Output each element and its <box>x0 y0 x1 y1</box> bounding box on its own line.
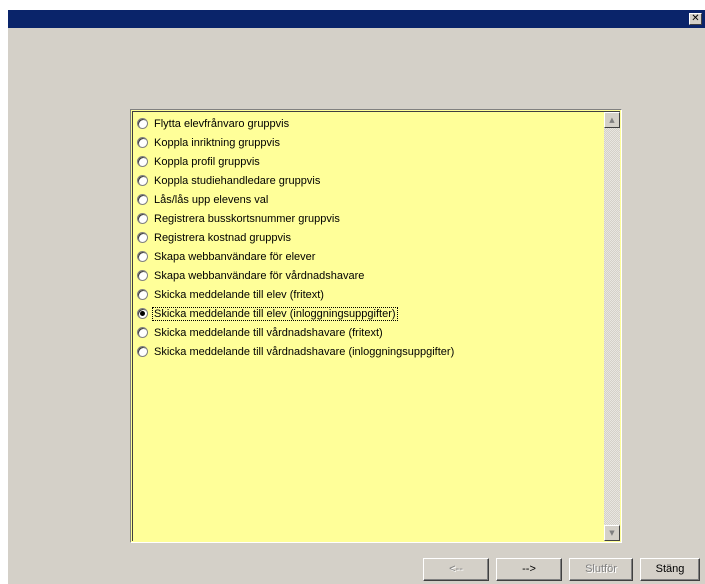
radio-unchecked-icon[interactable] <box>137 175 148 186</box>
radio-option-label: Koppla profil gruppvis <box>154 155 260 168</box>
radio-option-label: Skicka meddelande till vårdnadshavare (i… <box>154 345 455 358</box>
radio-option-label: Flytta elevfrånvaro gruppvis <box>154 117 290 130</box>
radio-option[interactable]: Registrera kostnad gruppvis <box>136 228 602 247</box>
radio-option-label: Registrera busskortsnummer gruppvis <box>154 212 340 225</box>
radio-option[interactable]: Koppla inriktning gruppvis <box>136 133 602 152</box>
radio-option-label: Skicka meddelande till elev (inloggnings… <box>152 306 398 321</box>
radio-option-label: Skapa webbanvändare för elever <box>154 250 316 263</box>
radio-checked-icon[interactable] <box>137 308 148 319</box>
radio-option[interactable]: Koppla studiehandledare gruppvis <box>136 171 602 190</box>
radio-unchecked-icon[interactable] <box>137 327 148 338</box>
radio-option[interactable]: Skicka meddelande till elev (fritext) <box>136 285 602 304</box>
radio-option[interactable]: Koppla profil gruppvis <box>136 152 602 171</box>
option-list: Flytta elevfrånvaro gruppvis Koppla inrik… <box>136 114 602 361</box>
back-button[interactable]: <-- <box>423 558 489 581</box>
finish-button[interactable]: Slutför <box>569 558 633 581</box>
listbox-frame: Flytta elevfrånvaro gruppvis Koppla inrik… <box>132 111 620 541</box>
radio-option[interactable]: Lås/lås upp elevens val <box>136 190 602 209</box>
radio-option[interactable]: Skapa webbanvändare för vårdnadshavare <box>136 266 602 285</box>
radio-option[interactable]: Registrera busskortsnummer gruppvis <box>136 209 602 228</box>
close-icon[interactable]: ✕ <box>689 13 702 25</box>
wizard-window: ✕ Flytta elevfrånvaro gruppvis Koppla inr… <box>8 10 705 584</box>
radio-unchecked-icon[interactable] <box>137 156 148 167</box>
radio-unchecked-icon[interactable] <box>137 232 148 243</box>
radio-unchecked-icon[interactable] <box>137 118 148 129</box>
radio-unchecked-icon[interactable] <box>137 137 148 148</box>
radio-option[interactable]: Skicka meddelande till vårdnadshavare (f… <box>136 323 602 342</box>
radio-option[interactable]: Skapa webbanvändare för elever <box>136 247 602 266</box>
radio-unchecked-icon[interactable] <box>137 213 148 224</box>
radio-option-label: Skicka meddelande till vårdnadshavare (f… <box>154 326 383 339</box>
radio-option-label: Registrera kostnad gruppvis <box>154 231 291 244</box>
next-button[interactable]: --> <box>496 558 562 581</box>
scroll-down-arrow-icon[interactable]: ▼ <box>604 525 620 541</box>
radio-option-label: Skicka meddelande till elev (fritext) <box>154 288 324 301</box>
radio-option-label: Koppla studiehandledare gruppvis <box>154 174 321 187</box>
title-bar[interactable]: ✕ <box>8 10 705 28</box>
radio-unchecked-icon[interactable] <box>137 289 148 300</box>
radio-option-label: Lås/lås upp elevens val <box>154 193 269 206</box>
radio-option-label: Skapa webbanvändare för vårdnadshavare <box>154 269 365 282</box>
radio-unchecked-icon[interactable] <box>137 251 148 262</box>
radio-option-label: Koppla inriktning gruppvis <box>154 136 280 149</box>
radio-option[interactable]: Skicka meddelande till elev (inloggnings… <box>136 304 602 323</box>
scroll-up-arrow-icon[interactable]: ▲ <box>604 112 620 128</box>
radio-unchecked-icon[interactable] <box>137 270 148 281</box>
radio-unchecked-icon[interactable] <box>137 194 148 205</box>
radio-unchecked-icon[interactable] <box>137 346 148 357</box>
close-button[interactable]: Stäng <box>640 558 700 581</box>
radio-option[interactable]: Skicka meddelande till vårdnadshavare (i… <box>136 342 602 361</box>
vertical-scrollbar[interactable]: ▲ ▼ <box>604 112 620 541</box>
action-listbox[interactable]: Flytta elevfrånvaro gruppvis Koppla inrik… <box>130 109 622 543</box>
radio-option[interactable]: Flytta elevfrånvaro gruppvis <box>136 114 602 133</box>
